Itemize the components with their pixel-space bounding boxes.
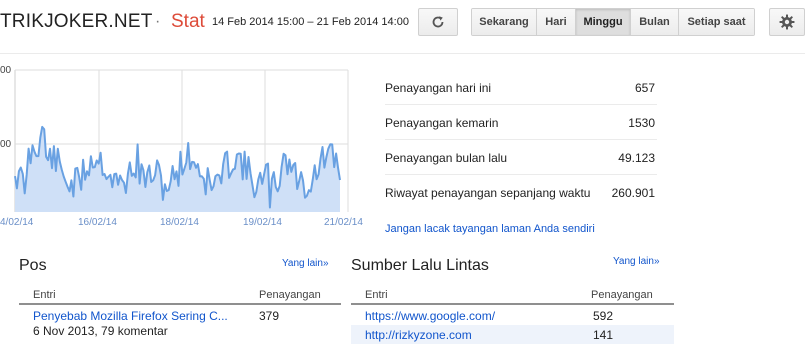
summary-label: Penayangan hari ini bbox=[385, 81, 492, 95]
summary-value: 1530 bbox=[628, 116, 655, 130]
range-setiap-saat-button[interactable]: Setiap saat bbox=[679, 9, 754, 35]
chart-x-tick: 19/02/14 bbox=[243, 217, 282, 228]
chart-y-label: 00 bbox=[0, 139, 12, 150]
traffic-more-link[interactable]: Yang lain» bbox=[613, 256, 660, 267]
col-header-views: Penayangan bbox=[259, 289, 321, 301]
summary-value: 260.901 bbox=[611, 186, 655, 200]
range-hari-button[interactable]: Hari bbox=[537, 9, 576, 35]
summary-label: Riwayat penayangan sepanjang waktu bbox=[385, 186, 591, 200]
summary-row-yesterday: Penayangan kemarin 1530 bbox=[385, 105, 657, 140]
header: TRIKJOKER.NET · Stat 14 Feb 2014 15:00 –… bbox=[0, 0, 805, 44]
summary-label: Penayangan bulan lalu bbox=[385, 151, 508, 165]
posts-table-header: Entri Penayangan bbox=[19, 288, 341, 305]
chart-x-tick: 4/02/14 bbox=[0, 217, 34, 228]
traffic-source-link[interactable]: http://rizkyzone.com bbox=[365, 328, 472, 342]
gear-icon bbox=[779, 14, 795, 30]
range-sekarang-button[interactable]: Sekarang bbox=[472, 9, 537, 35]
posts-panel-title: Pos bbox=[19, 257, 47, 274]
header-divider bbox=[0, 53, 805, 54]
col-header-entry: Entri bbox=[33, 289, 56, 301]
refresh-icon bbox=[432, 16, 444, 28]
pageviews-chart: 00 00 4/02/14 16/02/14 18/02/14 19/02/14… bbox=[0, 56, 363, 236]
chart-y-label: 00 bbox=[0, 65, 12, 76]
summary-row-today: Penayangan hari ini 657 bbox=[385, 70, 657, 105]
settings-button[interactable] bbox=[769, 8, 805, 36]
traffic-source-link[interactable]: https://www.google.com/ bbox=[365, 309, 495, 323]
blog-name[interactable]: TRIKJOKER.NET bbox=[0, 11, 153, 33]
post-meta: 6 Nov 2013, 79 komentar bbox=[33, 324, 168, 338]
range-bulan-button[interactable]: Bulan bbox=[631, 9, 679, 35]
traffic-views: 141 bbox=[593, 328, 614, 342]
chart-x-tick: 18/02/14 bbox=[160, 217, 199, 228]
summary-row-last-month: Penayangan bulan lalu 49.123 bbox=[385, 140, 657, 175]
summary-label: Penayangan kemarin bbox=[385, 116, 499, 130]
pageviews-chart-svg bbox=[14, 69, 349, 212]
traffic-views: 592 bbox=[593, 309, 614, 323]
page-title: Stat bbox=[171, 11, 205, 32]
date-range: 14 Feb 2014 15:00 – 21 Feb 2014 14:00 bbox=[212, 16, 409, 28]
refresh-button[interactable] bbox=[418, 8, 458, 36]
range-minggu-button[interactable]: Minggu bbox=[576, 9, 631, 35]
pageview-summary: Penayangan hari ini 657 Penayangan kemar… bbox=[385, 70, 657, 210]
chart-x-tick: 16/02/14 bbox=[78, 217, 117, 228]
range-selector: Sekarang Hari Minggu Bulan Setiap saat bbox=[471, 8, 755, 36]
title-separator: · bbox=[155, 13, 161, 30]
summary-row-all-time: Riwayat penayangan sepanjang waktu 260.9… bbox=[385, 175, 657, 210]
post-views: 379 bbox=[259, 309, 280, 323]
posts-more-link[interactable]: Yang lain» bbox=[282, 258, 329, 269]
chart-x-tick: 21/02/14 bbox=[324, 217, 363, 228]
post-title-link[interactable]: Penyebab Mozilla Firefox Sering C... bbox=[33, 309, 228, 323]
summary-value: 49.123 bbox=[618, 151, 655, 165]
col-header-entry: Entri bbox=[365, 289, 388, 301]
summary-value: 657 bbox=[634, 81, 655, 95]
traffic-table-header: Entri Penayangan bbox=[351, 288, 674, 305]
dont-track-link[interactable]: Jangan lacak tayangan laman Anda sendiri bbox=[385, 223, 595, 235]
traffic-panel-title: Sumber Lalu Lintas bbox=[351, 257, 489, 274]
col-header-views: Penayangan bbox=[591, 289, 653, 301]
